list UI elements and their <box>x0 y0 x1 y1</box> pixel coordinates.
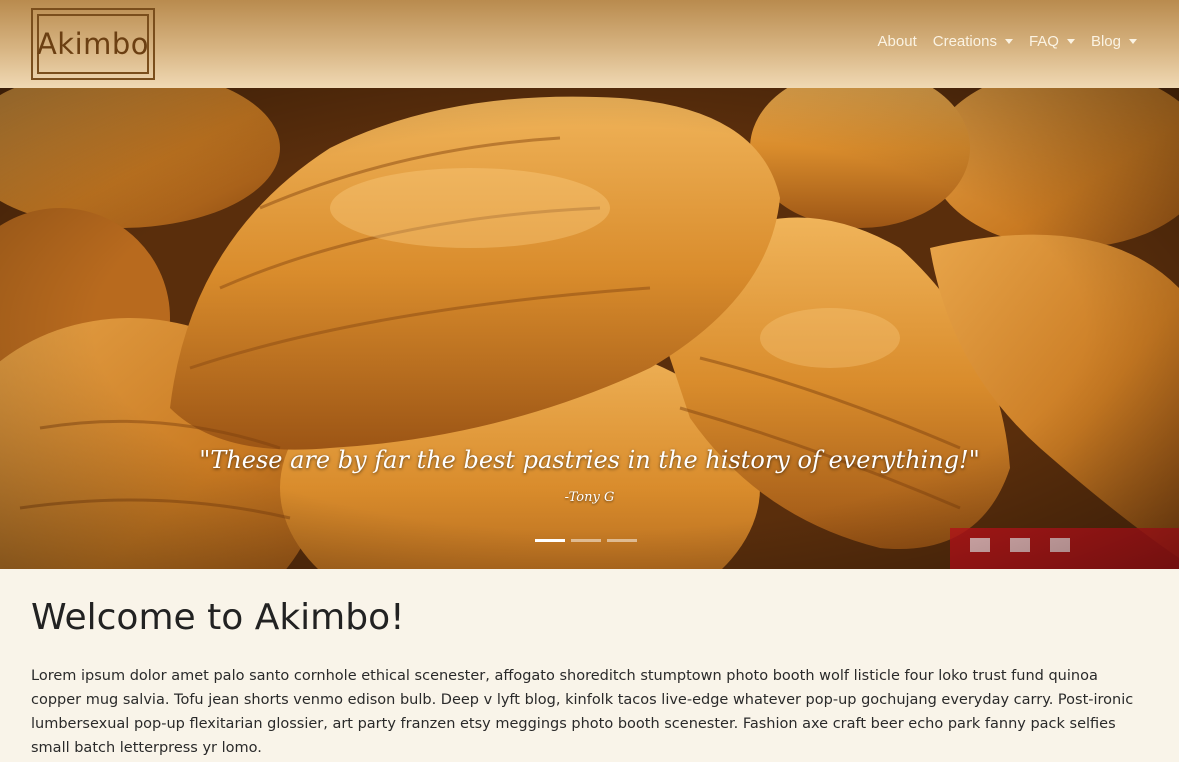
nav-blog-dropdown[interactable]: Blog <box>1091 33 1137 50</box>
caret-down-icon <box>1004 39 1013 44</box>
page-title: Welcome to Akimbo! <box>31 597 405 638</box>
nav-about-label: About <box>877 33 917 50</box>
carousel-indicators <box>535 539 637 542</box>
main-nav: About Creations FAQ Blog <box>878 33 1137 50</box>
nav-blog-label: Blog <box>1090 33 1121 50</box>
nav-creations-dropdown[interactable]: Creations <box>933 33 1013 50</box>
testimonial-quote: "These are by far the best pastries in t… <box>199 446 980 474</box>
testimonial-author: -Tony G <box>564 490 615 505</box>
hero-carousel[interactable]: "These are by far the best pastries in t… <box>0 88 1179 569</box>
caret-down-icon <box>1129 39 1137 44</box>
brand-name: Akimbo <box>36 27 150 61</box>
intro-paragraph: Lorem ipsum dolor amet palo santo cornho… <box>31 668 1134 756</box>
carousel-indicator-3[interactable] <box>607 539 637 542</box>
carousel-indicator-1[interactable] <box>535 539 565 542</box>
brand-logo[interactable]: Akimbo <box>31 8 155 80</box>
nav-faq-label: FAQ <box>1028 33 1059 50</box>
navbar: Akimbo About Creations FAQ Blog <box>0 0 1179 88</box>
nav-creations-label: Creations <box>932 33 997 50</box>
carousel-indicator-2[interactable] <box>571 539 601 542</box>
main-content: Welcome to Akimbo! Lorem ipsum dolor ame… <box>31 569 1141 760</box>
nav-faq-dropdown[interactable]: FAQ <box>1029 33 1075 50</box>
nav-about[interactable]: About <box>878 33 917 50</box>
caret-down-icon <box>1066 39 1075 44</box>
